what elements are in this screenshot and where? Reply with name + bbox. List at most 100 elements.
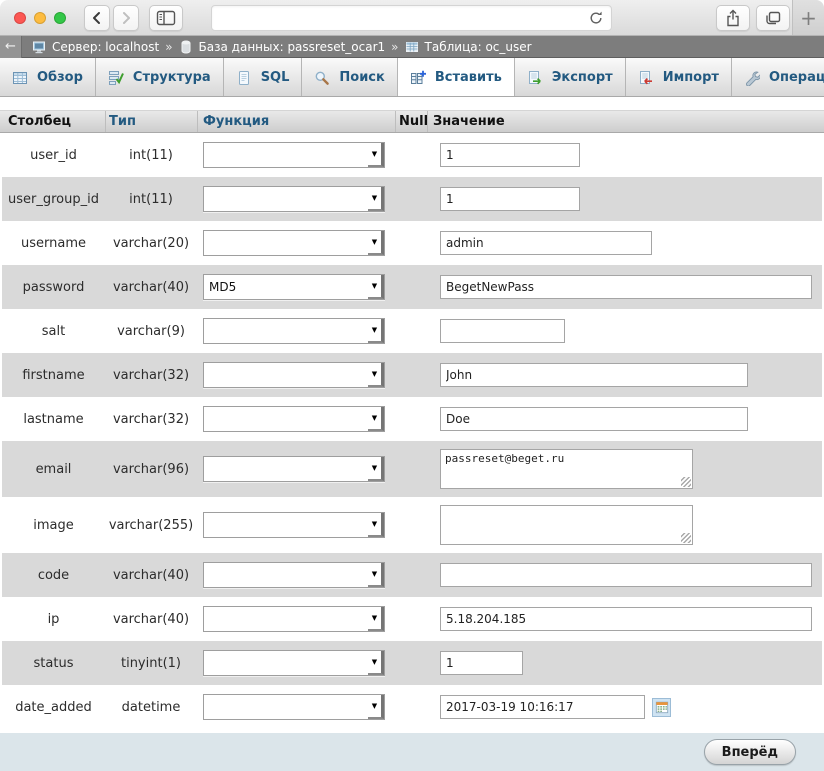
- value-input[interactable]: [440, 363, 748, 387]
- tab-export[interactable]: Экспорт: [515, 58, 626, 97]
- calendar-button[interactable]: [652, 698, 671, 717]
- tab-label: Вставить: [435, 70, 502, 85]
- back-button[interactable]: [84, 5, 110, 31]
- new-tab-button[interactable]: +: [792, 0, 824, 35]
- breadcrumb-item-database[interactable]: База данных: passreset_ocar1: [199, 40, 386, 54]
- go-button[interactable]: Вперёд: [704, 739, 796, 765]
- value-input[interactable]: [440, 319, 565, 343]
- column-type: varchar(20): [105, 236, 197, 251]
- column-type: int(11): [105, 192, 197, 207]
- structure-icon: [108, 70, 124, 86]
- chevron-down-icon: ▼: [368, 363, 384, 387]
- table-row: firstnamevarchar(32)▼: [2, 353, 822, 397]
- tab-bar: Обзор СтруктураSQL Поиск Вставить ЭкспортИмп…: [0, 58, 824, 97]
- function-select[interactable]: MD5▼: [203, 274, 385, 300]
- value-input[interactable]: [440, 563, 812, 587]
- value-input[interactable]: [440, 275, 812, 299]
- function-select-value: [204, 407, 368, 431]
- forward-icon: [118, 10, 134, 26]
- forward-button[interactable]: [113, 5, 139, 31]
- table-row: date_addeddatetime ▼: [2, 685, 822, 729]
- tab-sql[interactable]: SQL: [224, 58, 303, 97]
- insert-page: Столбец Тип Функция Null Значение user_i…: [0, 97, 824, 771]
- table-row: ipvarchar(40)▼: [2, 597, 822, 641]
- value-input[interactable]: [440, 143, 580, 167]
- column-type: varchar(255): [105, 518, 197, 533]
- function-select[interactable]: ▼: [203, 362, 385, 388]
- chevron-down-icon: ▼: [368, 563, 384, 587]
- chevron-down-icon: ▼: [368, 457, 384, 481]
- function-select[interactable]: ▼: [203, 694, 385, 720]
- url-input[interactable]: [212, 6, 588, 30]
- breadcrumb-item-table[interactable]: Таблица: oc_user: [425, 40, 532, 54]
- function-select[interactable]: ▼: [203, 650, 385, 676]
- function-select[interactable]: ▼: [203, 512, 385, 538]
- value-cell: [427, 363, 822, 387]
- value-textarea[interactable]: [440, 449, 693, 489]
- value-input[interactable]: [440, 651, 523, 675]
- function-select[interactable]: ▼: [203, 318, 385, 344]
- header-function[interactable]: Функция: [197, 111, 395, 132]
- resize-grip-icon[interactable]: [681, 477, 691, 487]
- reload-icon[interactable]: [588, 10, 604, 26]
- column-type: varchar(40): [105, 612, 197, 627]
- table-row: saltvarchar(9)▼: [2, 309, 822, 353]
- resize-grip-icon[interactable]: [681, 533, 691, 543]
- value-input[interactable]: [440, 187, 580, 211]
- value-input[interactable]: [440, 695, 645, 719]
- form-footer: Вперёд: [0, 733, 824, 771]
- sidebar-toggle-button[interactable]: [149, 5, 183, 31]
- value-input[interactable]: [440, 231, 652, 255]
- function-select[interactable]: ▼: [203, 186, 385, 212]
- function-select[interactable]: ▼: [203, 562, 385, 588]
- breadcrumb-item-server[interactable]: Сервер: localhost: [52, 40, 159, 54]
- tab-search[interactable]: Поиск: [302, 58, 397, 97]
- function-cell: ▼: [197, 606, 395, 632]
- function-select[interactable]: ▼: [203, 406, 385, 432]
- table-row: usernamevarchar(20)▼: [2, 221, 822, 265]
- sidebar-icon: [156, 10, 176, 26]
- function-select[interactable]: ▼: [203, 456, 385, 482]
- column-name: user_group_id: [2, 192, 105, 207]
- value-cell: [427, 407, 822, 431]
- breadcrumb-back-arrow[interactable]: ←: [0, 36, 22, 58]
- chevron-down-icon: ▼: [368, 513, 384, 537]
- server-icon: [32, 40, 46, 54]
- tab-insert[interactable]: Вставить: [398, 58, 515, 97]
- value-input[interactable]: [440, 607, 812, 631]
- value-textarea[interactable]: [440, 505, 693, 545]
- tab-label: Обзор: [37, 70, 83, 85]
- table-row: imagevarchar(255)▼: [2, 497, 822, 553]
- close-window-button[interactable]: [14, 12, 26, 24]
- tab-browse[interactable]: Обзор: [0, 58, 96, 97]
- function-cell: ▼: [197, 142, 395, 168]
- zoom-window-button[interactable]: [54, 12, 66, 24]
- share-button[interactable]: [716, 5, 750, 31]
- function-select[interactable]: ▼: [203, 142, 385, 168]
- show-tabs-button[interactable]: [756, 5, 790, 31]
- tab-import[interactable]: Импорт: [626, 58, 732, 97]
- table-row: statustinyint(1)▼: [2, 641, 822, 685]
- column-type: datetime: [105, 700, 197, 715]
- function-select[interactable]: ▼: [203, 230, 385, 256]
- value-cell: [427, 449, 822, 489]
- tab-structure[interactable]: Структура: [96, 58, 224, 97]
- minimize-window-button[interactable]: [34, 12, 46, 24]
- function-select-value: [204, 607, 368, 631]
- tab-operations[interactable]: Операции: [732, 58, 824, 97]
- function-select-value: [204, 231, 368, 255]
- header-column: Столбец: [0, 111, 105, 132]
- value-input[interactable]: [440, 407, 748, 431]
- column-name: lastname: [2, 412, 105, 427]
- chevron-down-icon: ▼: [368, 143, 384, 167]
- browse-icon: [12, 70, 28, 86]
- value-cell: [427, 505, 822, 545]
- function-select[interactable]: ▼: [203, 606, 385, 632]
- column-name: date_added: [2, 700, 105, 715]
- value-cell: [427, 187, 822, 211]
- value-cell: [427, 231, 822, 255]
- tab-label: Поиск: [339, 70, 384, 85]
- header-type[interactable]: Тип: [105, 111, 197, 132]
- address-bar[interactable]: [211, 5, 612, 31]
- column-type: int(11): [105, 148, 197, 163]
